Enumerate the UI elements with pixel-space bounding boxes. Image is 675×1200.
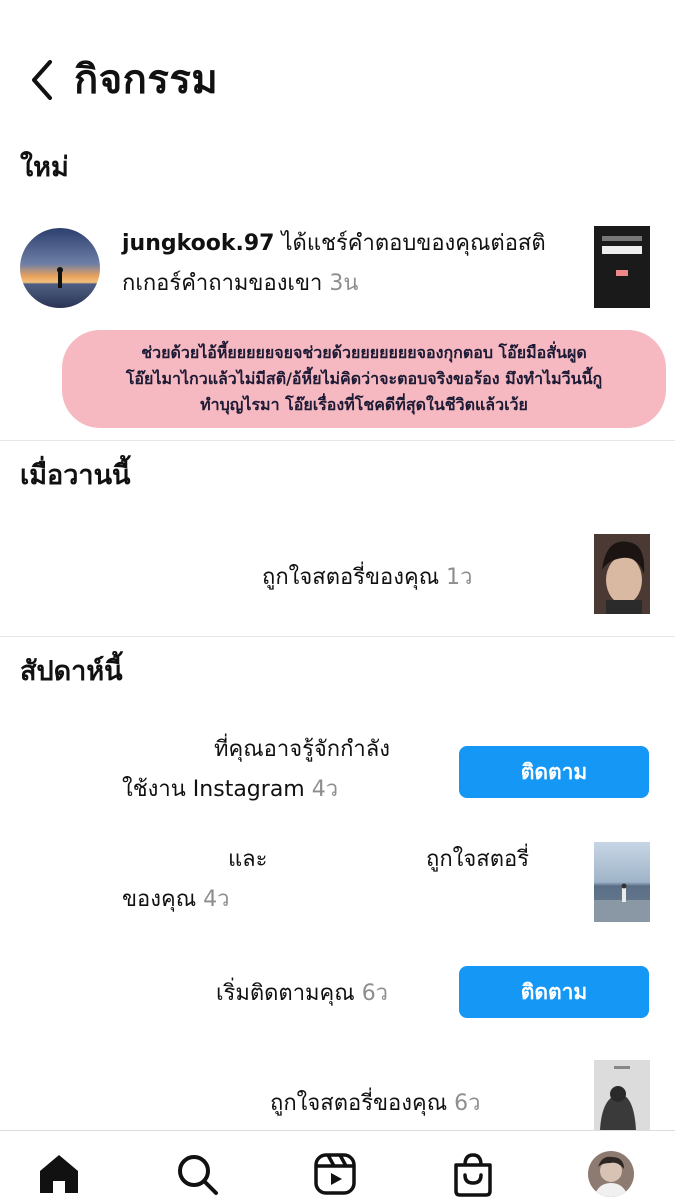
section-title-yesterday: เมื่อวานนี้ [20,460,131,491]
story-thumbnail[interactable] [594,842,650,922]
story-thumbnail[interactable] [594,1060,650,1130]
notification-text[interactable]: ถูกใจสตอรี่ของคุณ 6ว [270,1084,481,1124]
bottom-tab-bar [0,1130,675,1200]
notification-text[interactable]: jungkook.97 ได้แชร์คำตอบของคุณต่อสติ กเก… [122,224,582,304]
notification-text[interactable]: ที่คุณอาจรู้จักกำลัง ใช้งาน Instagram 4ว [122,730,422,810]
story-thumbnail[interactable] [594,534,650,614]
notification-text[interactable]: เริ่มติดตามคุณ 6ว [216,974,388,1014]
notification-message: ถูกใจสตอรี่ของคุณ [262,565,447,590]
notification-message: เริ่มติดตามคุณ [216,981,362,1006]
section-title-this-week: สัปดาห์นี้ [20,656,123,687]
avatar[interactable] [20,228,100,308]
timestamp: 4ว [203,887,230,912]
notification-message-cont: ใช้งาน Instagram [122,777,312,802]
story-thumbnail[interactable] [594,226,650,308]
notification-text[interactable]: และ ถูกใจสตอรี่ ของคุณ 4ว [122,840,562,920]
overlay-line: โอ๊ยไมาไกวแล้วไม่มีสติ/อ้หี้ยไม่คิดว่าจะ… [125,369,603,388]
page-title: กิจกรรม [74,57,219,103]
text-overlay-bubble: ช่วยด้วยไอ้หี้ยยยยยจยจช่วยด้วยยยยยยยจองก… [62,330,666,428]
timestamp: 6ว [454,1091,481,1116]
home-icon[interactable] [36,1151,82,1197]
notification-text[interactable]: ถูกใจสตอรี่ของคุณ 1ว [262,558,473,598]
notification-message: และ [228,847,268,872]
reels-icon[interactable] [312,1151,358,1197]
chevron-left-icon[interactable] [24,56,60,104]
divider [0,636,675,637]
shop-icon[interactable] [450,1151,496,1197]
divider [0,440,675,441]
overlay-line: ช่วยด้วยไอ้หี้ยยยยยจยจช่วยด้วยยยยยยยจองก… [141,343,587,362]
timestamp: 6ว [361,981,389,1006]
notification-message: ที่คุณอาจรู้จักกำลัง [214,737,391,762]
overlay-line: ทำบุญไรมา โอ๊ยเรื่องที่โชคดีที่สุดในชีวิ… [200,395,528,414]
follow-button[interactable]: ติดตาม [459,746,649,798]
search-icon[interactable] [174,1151,220,1197]
notification-message: ได้แชร์คำตอบของคุณต่อสติ [274,231,546,256]
timestamp: 3น [329,271,359,296]
notification-message: ถูกใจสตอรี่ของคุณ [270,1091,455,1116]
notification-message-cont: ของคุณ [122,887,204,912]
profile-avatar[interactable] [588,1151,634,1197]
notification-message-cont: กเกอร์คำถามของเขา [122,271,330,296]
section-title-new: ใหม่ [20,152,69,183]
notification-message-liked: ถูกใจสตอรี่ [426,847,530,872]
username[interactable]: jungkook.97 [122,231,275,256]
timestamp: 1ว [446,565,473,590]
follow-button[interactable]: ติดตาม [459,966,649,1018]
timestamp: 4ว [311,777,339,802]
